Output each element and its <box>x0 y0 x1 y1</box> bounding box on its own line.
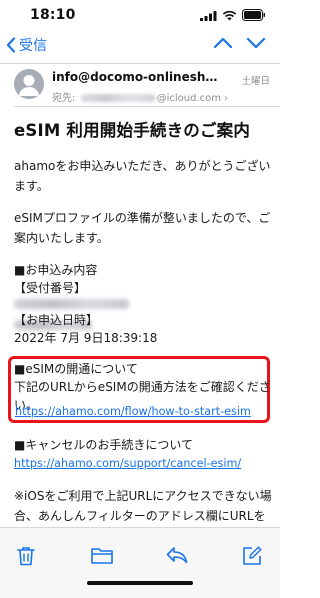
cancel-link[interactable]: https://ahamo.com/support/cancel-esim/ <box>14 457 241 470</box>
header-divider <box>14 106 280 107</box>
recipient-redacted <box>80 94 155 102</box>
home-indicator <box>87 581 193 585</box>
receipt-label: 【受付番号】 <box>14 281 87 295</box>
esim-heading: ■eSIMの開通について <box>14 362 138 376</box>
esim-text-line-1: 下記のURLからeSIMの開通方法をご確認くださ <box>14 380 271 394</box>
avatar[interactable] <box>14 69 44 99</box>
mail-date: 土曜日 <box>241 76 270 87</box>
wifi-icon <box>222 10 237 20</box>
prep-line-1: eSIMプロファイルの準備が整いましたので、ご <box>14 211 271 225</box>
ios-note-line-1: ※iOSをご利用で上記URLにアクセスできない場 <box>14 489 272 503</box>
order-date: 2022年 7月 9日18:39:18 <box>14 331 158 345</box>
chevron-right-icon: › <box>223 93 228 104</box>
chevron-up-icon[interactable] <box>213 36 233 50</box>
date-label: 【お申込日時】 <box>14 313 99 327</box>
chevron-down-icon[interactable] <box>246 36 266 50</box>
cancel-heading: ■キャンセルのお手続きについて <box>14 438 193 452</box>
back-label: 受信 <box>19 38 47 54</box>
recipient-label: 宛先: <box>52 93 76 104</box>
esim-link[interactable]: https://ahamo.com/flow/how-to-start-esim <box>15 405 251 418</box>
trash-icon[interactable] <box>17 546 35 566</box>
mail-subject: eSIM 利用開始手続きのご案内 <box>14 121 251 140</box>
nav-bar: 受信 <box>0 30 280 62</box>
recipient-line[interactable]: 宛先: @icloud.com › <box>52 89 228 104</box>
cancel-link-row: https://ahamo.com/support/cancel-esim/ <box>14 453 272 474</box>
ios-note-line-2: 合、あんしんフィルターのアドレス欄にURLを <box>14 509 266 523</box>
reply-icon[interactable] <box>166 546 188 564</box>
recipient-domain: @icloud.com <box>156 93 221 104</box>
receipt-number-redacted <box>14 299 129 309</box>
status-icons <box>200 9 266 21</box>
folder-icon[interactable] <box>91 546 113 564</box>
prep-line-2: 案内いたします。 <box>14 231 109 245</box>
chevron-left-icon <box>6 37 16 53</box>
bottom-toolbar <box>0 527 280 598</box>
signal-icon <box>200 10 217 21</box>
battery-icon <box>242 9 265 21</box>
back-button[interactable]: 受信 <box>6 35 47 55</box>
greeting-line-1: ahamoをお申込みいただき、ありがとうござい <box>14 159 271 173</box>
person-icon <box>19 75 39 96</box>
toolbar-divider <box>0 527 280 528</box>
greeting-line-2: ます。 <box>14 179 49 193</box>
mail-header: info@docomo-onlineshop.n... 土曜日 宛先: @icl… <box>0 64 280 104</box>
compose-icon[interactable] <box>242 546 262 566</box>
esim-link-row: https://ahamo.com/flow/how-to-start-esim <box>15 396 273 418</box>
status-bar: 18:10 <box>0 0 280 30</box>
sender-address[interactable]: info@docomo-onlineshop.n... <box>52 70 224 84</box>
status-time: 18:10 <box>30 7 76 23</box>
order-heading: ■お申込み内容 <box>14 263 98 277</box>
